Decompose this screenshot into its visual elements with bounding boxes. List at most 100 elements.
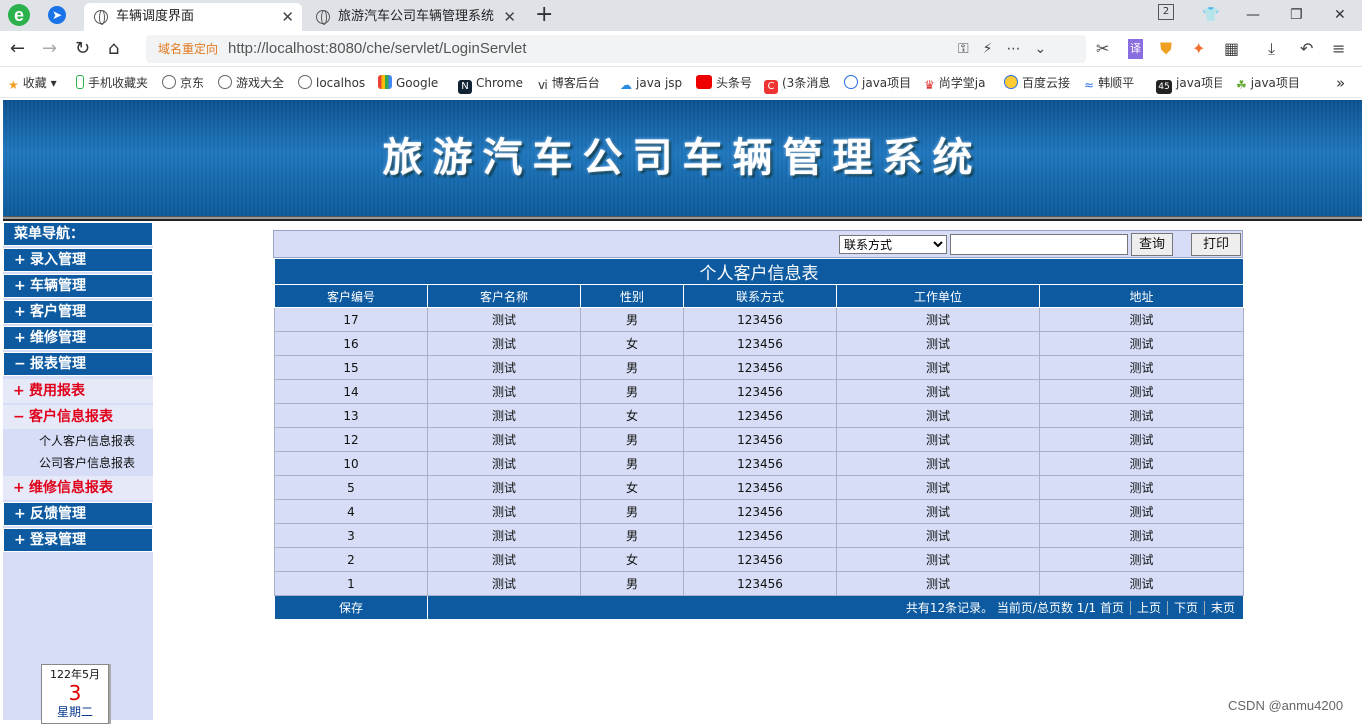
table-cell: 123456	[683, 571, 837, 596]
address-bar-icons[interactable]: ⚿⚡⋯⌄	[958, 35, 1060, 63]
forward-icon[interactable]: →	[42, 37, 57, 61]
leaf-icon: ☘	[1236, 78, 1247, 92]
table-cell: 测试	[427, 379, 581, 404]
translate-icon[interactable]: 译	[1128, 39, 1143, 59]
table-cell: 16	[274, 331, 428, 356]
last-page-link[interactable]: 末页	[1203, 601, 1241, 615]
menu-item-login[interactable]: + 登录管理	[3, 528, 153, 552]
home-icon[interactable]: ⌂	[108, 37, 119, 61]
maximize-icon[interactable]: ❐	[1290, 4, 1303, 26]
menu-item-feedback[interactable]: + 反馈管理	[3, 502, 153, 526]
reload-icon[interactable]: ↻	[75, 37, 90, 61]
table-cell: 女	[580, 475, 684, 500]
table-cell: 测试	[427, 475, 581, 500]
address-bar[interactable]: 域名重定向 http://localhost:8080/che/servlet/…	[146, 35, 1086, 63]
submenu-cost-report[interactable]: + 费用报表	[3, 379, 153, 403]
table-cell: 测试	[427, 523, 581, 548]
bird-icon: ≈	[1084, 78, 1095, 92]
table-cell: 测试	[427, 331, 581, 356]
bookmark-item[interactable]: 游戏大全	[218, 68, 286, 98]
new-tab-icon[interactable]: +	[535, 2, 553, 28]
banner-divider	[3, 216, 1362, 221]
game-icon[interactable]: ✦	[1192, 39, 1205, 59]
search-field-select[interactable]: 联系方式	[839, 235, 947, 254]
bookmark-item[interactable]: java项目	[844, 68, 912, 98]
table-cell: 男	[580, 451, 684, 476]
table-cell: 测试	[836, 547, 1040, 572]
table-row: 3 测试男 123456 测试 测试	[274, 523, 1244, 548]
print-button[interactable]: 打印	[1191, 233, 1241, 256]
scissors-icon[interactable]: ✂	[1096, 39, 1109, 59]
bookmark-item[interactable]: ☘ java项目	[1236, 68, 1306, 98]
table-cell: 测试	[1039, 451, 1244, 476]
back-icon[interactable]: ←	[10, 37, 25, 61]
column-header: 客户编号	[274, 284, 428, 308]
search-keyword-input[interactable]	[950, 234, 1128, 255]
bookmark-item[interactable]: C (3条消息	[764, 68, 832, 98]
close-tab-icon[interactable]: ✕	[281, 3, 294, 31]
bookmark-item[interactable]: N Chrome	[458, 68, 526, 98]
undo-icon[interactable]: ↶	[1300, 39, 1313, 59]
minimize-icon[interactable]: —	[1246, 4, 1260, 26]
bookmark-item[interactable]: 45 java项目	[1156, 68, 1222, 98]
bookmark-item[interactable]: 手机收藏夹	[76, 68, 154, 98]
menu-item-reports[interactable]: − 报表管理	[3, 352, 153, 376]
browser-logo-icon[interactable]: e	[8, 4, 30, 26]
more-bookmarks-icon[interactable]: »	[1336, 68, 1345, 98]
tab-vehicle-system[interactable]: 旅游汽车公司车辆管理系统 ✕	[306, 3, 524, 31]
bookmark-item[interactable]: ≈ 韩顺平	[1084, 68, 1146, 98]
menu-item-maintenance[interactable]: + 维修管理	[3, 326, 153, 350]
link-company-customer-report[interactable]: 公司客户信息报表	[39, 453, 135, 473]
first-page-link[interactable]: 首页	[1100, 601, 1124, 615]
menu-icon[interactable]: ≡	[1332, 39, 1345, 59]
table-cell: 123456	[683, 379, 837, 404]
shirt-icon[interactable]: 👕	[1202, 4, 1219, 26]
table-cell: 测试	[1039, 571, 1244, 596]
table-cell: 10	[274, 451, 428, 476]
table-cell: 测试	[1039, 499, 1244, 524]
next-page-link[interactable]: 下页	[1166, 601, 1204, 615]
globe-icon	[218, 75, 232, 89]
bookmark-item[interactable]: ⅵ 博客后台	[538, 68, 608, 98]
table-cell: 4	[274, 499, 428, 524]
bookmark-item[interactable]: Google	[378, 68, 444, 98]
bookmark-item[interactable]: 京东	[162, 68, 210, 98]
menu-item-entry[interactable]: + 录入管理	[3, 248, 153, 272]
table-row: 1 测试男 123456 测试 测试	[274, 571, 1244, 596]
bookmark-item[interactable]: ♛ 尚学堂ja	[924, 68, 992, 98]
submenu-maintenance-report[interactable]: + 维修信息报表	[3, 476, 153, 500]
bookmark-item[interactable]: localhos	[298, 68, 368, 98]
menu-item-vehicles[interactable]: + 车辆管理	[3, 274, 153, 298]
table-cell: 测试	[836, 523, 1040, 548]
bookmark-item[interactable]: 头条号	[696, 68, 754, 98]
calendar-weekday: 星期二	[56, 705, 93, 719]
table-row: 17 测试男 123456 测试 测试	[274, 307, 1244, 332]
url-text[interactable]: http://localhost:8080/che/servlet/LoginS…	[228, 35, 527, 63]
close-window-icon[interactable]: ✕	[1334, 4, 1346, 26]
close-tab-icon[interactable]: ✕	[503, 3, 516, 31]
table-cell: 测试	[427, 499, 581, 524]
shield-icon[interactable]: ⛊	[1160, 39, 1172, 59]
page-banner: 旅游汽车公司车辆管理系统	[3, 100, 1362, 216]
apps-icon[interactable]: ▦	[1224, 39, 1239, 59]
bookmark-favorites[interactable]: ★ 收藏 ▾	[8, 68, 70, 98]
tab-vehicle-dispatch[interactable]: 车辆调度界面 ✕	[84, 3, 302, 31]
prev-page-link[interactable]: 上页	[1129, 601, 1167, 615]
sidebar: 菜单导航： + 录入管理 + 车辆管理 + 客户管理 + 维修管理 − 报表管理 + 费用报…	[3, 222, 153, 720]
download-icon[interactable]: ⤓	[1268, 39, 1275, 59]
bookmark-item[interactable]: ☁ java jsp	[620, 68, 684, 98]
n-icon: N	[458, 80, 472, 94]
table-cell: 测试	[427, 403, 581, 428]
table-cell: 测试	[1039, 307, 1244, 332]
link-personal-customer-report[interactable]: 个人客户信息报表	[39, 431, 135, 451]
send-icon[interactable]: ➤	[48, 6, 66, 24]
query-button[interactable]: 查询	[1131, 233, 1173, 256]
menu-item-customers[interactable]: + 客户管理	[3, 300, 153, 324]
save-button[interactable]: 保存	[274, 595, 428, 620]
submenu-customer-report[interactable]: − 客户信息报表	[3, 405, 153, 429]
table-cell: 测试	[836, 379, 1040, 404]
tab-count-badge[interactable]: 2	[1158, 4, 1174, 20]
table-cell: 测试	[836, 403, 1040, 428]
bookmark-item[interactable]: 百度云接	[1004, 68, 1072, 98]
table-cell: 2	[274, 547, 428, 572]
